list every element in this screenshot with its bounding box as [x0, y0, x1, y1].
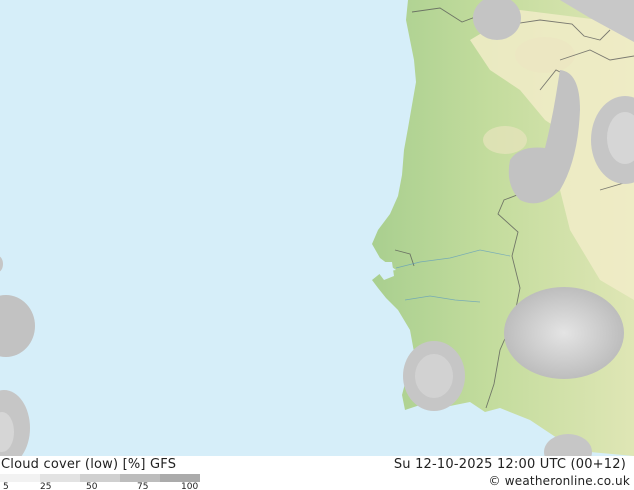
- land-highland: [483, 126, 527, 154]
- map-footer: Cloud cover (low) [%] GFS Su 12-10-2025 …: [0, 456, 634, 490]
- cloud-cover-map: [0, 0, 634, 456]
- scale-tick-50: 50: [86, 482, 98, 490]
- map-title: Cloud cover (low) [%] GFS: [1, 457, 177, 472]
- scale-swatch: [160, 474, 200, 482]
- scale-tick-5: 5: [3, 482, 9, 490]
- cloud-south-coast-inner: [415, 354, 453, 398]
- scale-tick-25: 25: [40, 482, 52, 490]
- scale-swatch: [120, 474, 161, 482]
- weather-map-view: Cloud cover (low) [%] GFS Su 12-10-2025 …: [0, 0, 634, 490]
- map-datetime: Su 12-10-2025 12:00 UTC (00+12): [393, 457, 626, 472]
- cloud-southeast: [504, 287, 624, 379]
- credit-link[interactable]: © weatheronline.co.uk: [489, 474, 630, 488]
- scale-swatch: [0, 474, 41, 482]
- scale-swatch: [40, 474, 81, 482]
- scale-tick-75: 75: [137, 482, 149, 490]
- scale-tick-100: 100: [181, 482, 199, 490]
- cloud-cover-scale: [0, 474, 200, 482]
- scale-swatch: [80, 474, 121, 482]
- land-highland-north: [515, 37, 575, 73]
